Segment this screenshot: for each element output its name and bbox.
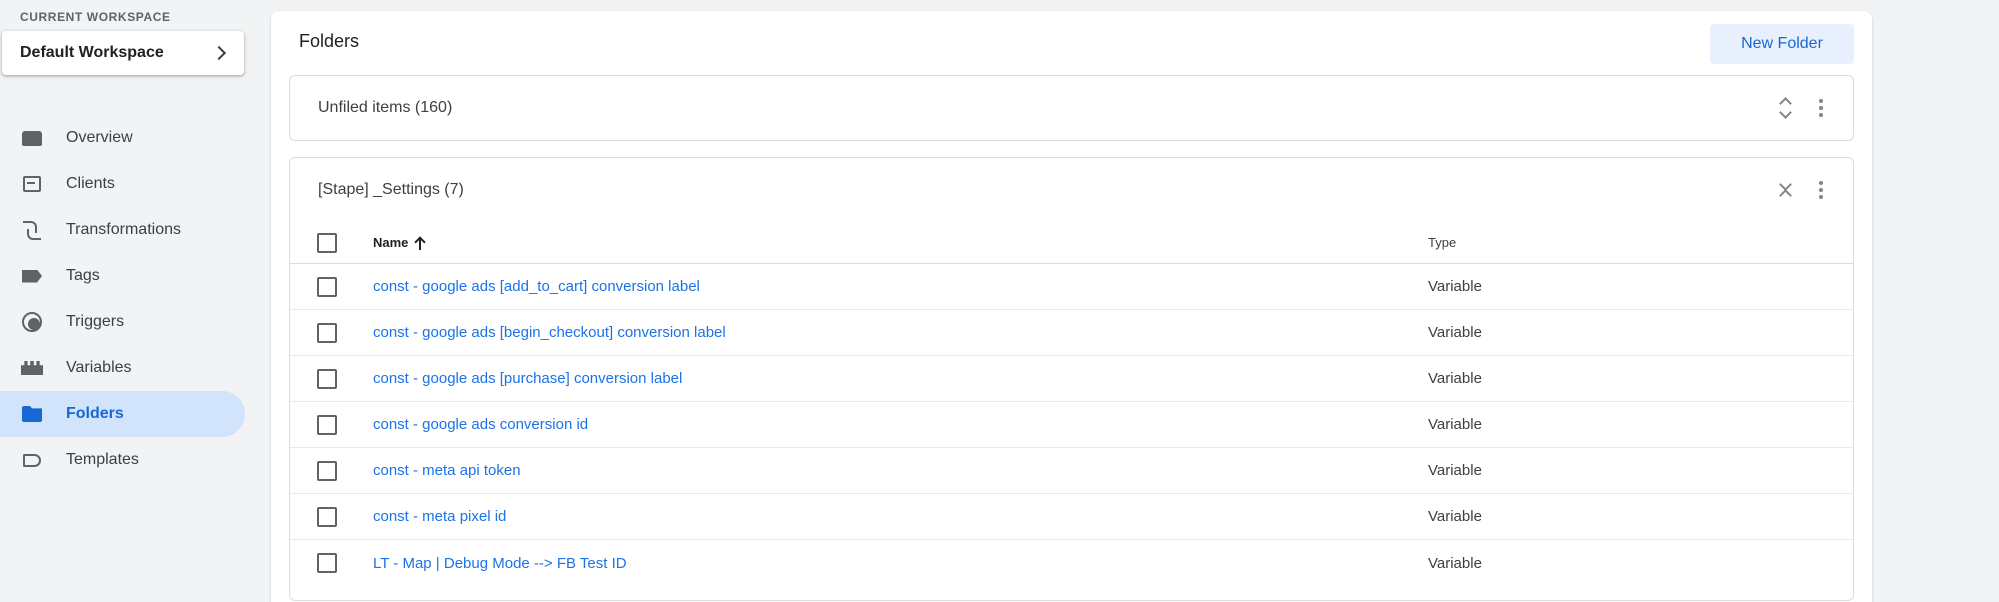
table-row: const - meta pixel id Variable <box>290 494 1853 540</box>
sidebar-item-label: Triggers <box>66 313 125 330</box>
workspace-caption: CURRENT WORKSPACE <box>20 10 171 24</box>
variable-link[interactable]: const - google ads conversion id <box>373 416 588 433</box>
sidebar-item-label: Folders <box>66 405 124 422</box>
variable-link[interactable]: const - google ads [begin_checkout] conv… <box>373 324 726 341</box>
expand-icon[interactable] <box>1777 96 1793 120</box>
sidebar-item-label: Variables <box>66 359 132 376</box>
row-checkbox[interactable] <box>317 553 337 573</box>
template-icon <box>20 448 44 472</box>
unfiled-items-folder: Unfiled items (160) <box>289 75 1854 141</box>
type-cell: Variable <box>1428 278 1482 295</box>
row-checkbox[interactable] <box>317 322 337 343</box>
variable-link[interactable]: const - meta api token <box>373 462 521 479</box>
sidebar-item-label: Tags <box>66 267 100 284</box>
workspace-selector[interactable]: Default Workspace <box>2 31 244 75</box>
sort-ascending-icon <box>414 236 426 250</box>
table-row: const - google ads conversion id Variabl… <box>290 402 1853 448</box>
folder-icon <box>20 402 44 426</box>
folder-header[interactable]: Unfiled items (160) <box>290 76 1853 140</box>
table-row: const - google ads [begin_checkout] conv… <box>290 310 1853 356</box>
sidebar-item-clients[interactable]: Clients <box>0 161 245 207</box>
collapse-icon[interactable] <box>1777 178 1793 202</box>
workspace-name: Default Workspace <box>20 44 164 61</box>
type-cell: Variable <box>1428 416 1482 433</box>
sidebar-item-label: Clients <box>66 175 115 192</box>
row-checkbox[interactable] <box>317 506 337 527</box>
table-row: const - meta api token Variable <box>290 448 1853 494</box>
table-header: Name Type <box>290 222 1853 264</box>
folder-header[interactable]: [Stape] _Settings (7) <box>290 158 1853 222</box>
type-cell: Variable <box>1428 554 1482 572</box>
folder-title: [Stape] _Settings (7) <box>318 181 464 198</box>
type-cell: Variable <box>1428 462 1482 479</box>
type-cell: Variable <box>1428 324 1482 341</box>
name-column-header[interactable]: Name <box>373 235 426 250</box>
clients-icon <box>20 172 44 196</box>
sidebar-item-transformations[interactable]: Transformations <box>0 207 245 253</box>
row-checkbox[interactable] <box>317 414 337 435</box>
folders-panel: Folders New Folder Unfiled items (160) [… <box>271 11 1872 602</box>
variable-link[interactable]: const - google ads [add_to_cart] convers… <box>373 278 700 295</box>
page-title: Folders <box>299 31 360 51</box>
sidebar-nav: Overview Clients Transformations Tags Tr… <box>0 115 245 483</box>
sidebar-item-label: Overview <box>66 129 133 146</box>
sidebar-item-label: Templates <box>66 451 139 468</box>
trigger-icon <box>20 310 44 334</box>
select-all-checkbox[interactable] <box>317 232 337 253</box>
type-column-header: Type <box>1428 235 1457 250</box>
sidebar-item-overview[interactable]: Overview <box>0 115 245 161</box>
sidebar: CURRENT WORKSPACE Default Workspace Over… <box>0 0 250 602</box>
table-row: const - google ads [add_to_cart] convers… <box>290 264 1853 310</box>
overview-icon <box>20 126 44 150</box>
variable-link[interactable]: const - meta pixel id <box>373 508 506 525</box>
sidebar-item-triggers[interactable]: Triggers <box>0 299 245 345</box>
sidebar-item-label: Transformations <box>66 221 181 238</box>
chevron-right-icon <box>211 45 227 61</box>
transformations-icon <box>20 218 44 242</box>
sidebar-item-templates[interactable]: Templates <box>0 437 245 483</box>
stape-settings-folder: [Stape] _Settings (7) Name Type const - … <box>289 157 1854 601</box>
new-folder-button[interactable]: New Folder <box>1710 24 1854 64</box>
sidebar-item-variables[interactable]: Variables <box>0 345 245 391</box>
variables-icon <box>20 356 44 380</box>
table-row: const - google ads [purchase] conversion… <box>290 356 1853 402</box>
type-cell: Variable <box>1428 370 1482 387</box>
more-vert-icon[interactable] <box>1813 96 1829 120</box>
variable-link[interactable]: const - google ads [purchase] conversion… <box>373 370 682 387</box>
row-checkbox[interactable] <box>317 460 337 481</box>
tag-icon <box>20 264 44 288</box>
row-checkbox[interactable] <box>317 276 337 297</box>
more-vert-icon[interactable] <box>1813 178 1829 202</box>
folder-title: Unfiled items (160) <box>318 99 453 116</box>
type-cell: Variable <box>1428 508 1482 525</box>
variable-link[interactable]: LT - Map | Debug Mode --> FB Test ID <box>373 555 627 572</box>
row-checkbox[interactable] <box>317 368 337 389</box>
sidebar-item-tags[interactable]: Tags <box>0 253 245 299</box>
table-row: LT - Map | Debug Mode --> FB Test ID Var… <box>290 540 1853 586</box>
name-column-label: Name <box>373 235 409 250</box>
sidebar-item-folders[interactable]: Folders <box>0 391 245 437</box>
